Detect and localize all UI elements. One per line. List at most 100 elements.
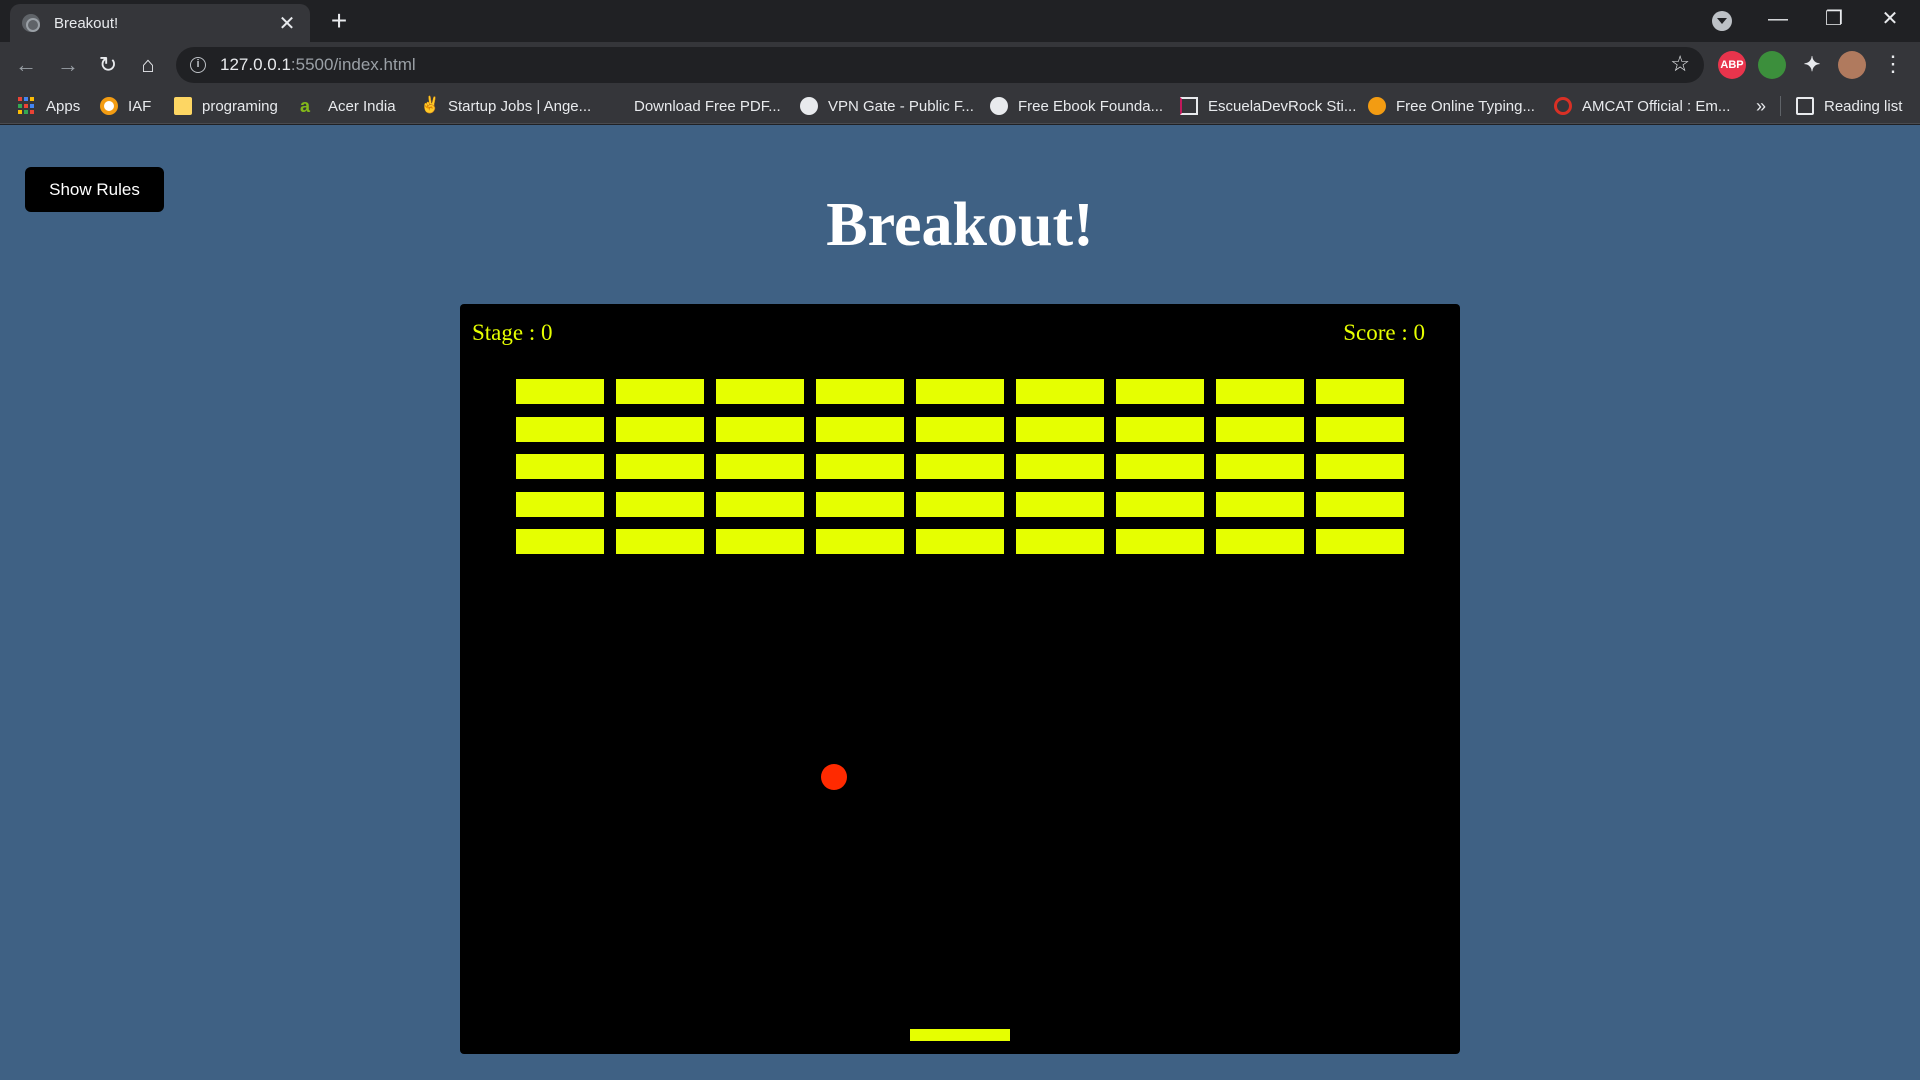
reading-list-icon <box>1796 97 1814 115</box>
brick <box>1316 454 1404 479</box>
brick <box>916 379 1004 404</box>
tab-search-icon[interactable] <box>1712 11 1732 31</box>
extension-icon[interactable] <box>1758 51 1786 79</box>
brick <box>616 491 704 517</box>
brick <box>1316 491 1404 517</box>
globe-icon <box>22 14 40 32</box>
brick <box>616 529 704 554</box>
url-text[interactable]: 127.0.0.1:5500/index.html <box>220 55 416 75</box>
bookmark-free-ebook[interactable]: Free Ebook Founda... <box>990 88 1163 124</box>
bookmark-label: Download Free PDF... <box>634 97 781 115</box>
bookmark-acer[interactable]: a Acer India <box>300 88 396 124</box>
typing-icon <box>1368 97 1386 115</box>
brick <box>1316 379 1404 404</box>
brick <box>816 491 904 517</box>
bookmark-apps[interactable]: Apps <box>18 88 80 124</box>
brick <box>1116 416 1204 442</box>
bookmark-typing[interactable]: Free Online Typing... <box>1368 88 1535 124</box>
avatar[interactable] <box>1838 51 1866 79</box>
page-title: Breakout! <box>826 191 1094 259</box>
bookmarks-overflow-button[interactable]: » <box>1756 88 1766 124</box>
bookmark-amcat[interactable]: AMCAT Official : Em... <box>1554 88 1730 124</box>
reading-list-button[interactable]: Reading list <box>1796 88 1902 124</box>
close-window-button[interactable]: ✕ <box>1862 0 1918 40</box>
bookmark-label: EscuelaDevRock Sti... <box>1208 97 1357 115</box>
address-bar[interactable]: i 127.0.0.1:5500/index.html ☆ <box>176 47 1704 83</box>
apps-grid-icon <box>18 97 36 115</box>
brick <box>1316 416 1404 442</box>
brick <box>1316 529 1404 554</box>
bookmark-startup-jobs[interactable]: ✌ Startup Jobs | Ange... <box>420 88 591 124</box>
brick <box>516 491 604 517</box>
brick <box>1116 529 1204 554</box>
brick <box>516 454 604 479</box>
game-canvas[interactable]: Stage : 0 Score : 0 <box>460 304 1460 1054</box>
bookmark-label: Free Ebook Founda... <box>1018 97 1164 115</box>
tab-strip: Breakout! ✕ + — ❐ ✕ <box>0 0 1920 42</box>
brick <box>1216 379 1304 404</box>
brick <box>616 379 704 404</box>
info-icon[interactable]: i <box>190 57 206 73</box>
brick <box>1116 454 1204 479</box>
github-icon <box>990 97 1008 115</box>
brick <box>616 416 704 442</box>
page-content: Show Rules Breakout! Stage : 0 Score : 0 <box>0 125 1920 1080</box>
brick <box>1216 529 1304 554</box>
brick <box>916 416 1004 442</box>
back-icon[interactable]: ← <box>10 49 42 81</box>
brick <box>516 416 604 442</box>
url-host: 127.0.0.1 <box>220 55 291 74</box>
reload-icon[interactable]: ↻ <box>92 49 124 81</box>
brick <box>716 529 804 554</box>
bookmark-programing[interactable]: programing <box>174 88 278 124</box>
brick <box>716 379 804 404</box>
puzzle-icon[interactable]: ✦ <box>1798 51 1826 79</box>
bookmarks-bar: Apps IAF programing a Acer India ✌ Start… <box>0 88 1920 124</box>
bookmark-star-icon[interactable]: ☆ <box>1670 51 1690 77</box>
bookmark-label: AMCAT Official : Em... <box>1582 97 1731 115</box>
bookmark-iaf[interactable]: IAF <box>100 88 151 124</box>
brick <box>716 491 804 517</box>
brick <box>816 454 904 479</box>
tab-title: Breakout! <box>54 14 119 32</box>
brick <box>816 416 904 442</box>
adblock-icon[interactable]: ABP <box>1718 51 1746 79</box>
brick <box>1116 491 1204 517</box>
forward-icon[interactable]: → <box>52 49 84 81</box>
restore-button[interactable]: ❐ <box>1806 0 1862 40</box>
amcat-icon <box>1554 97 1572 115</box>
brick <box>916 529 1004 554</box>
brick <box>716 416 804 442</box>
brick <box>516 529 604 554</box>
brick <box>516 379 604 404</box>
bookmark-label: programing <box>202 97 278 115</box>
brick <box>716 454 804 479</box>
brick <box>1016 529 1104 554</box>
brick <box>1216 491 1304 517</box>
paddle <box>910 1029 1010 1041</box>
menu-icon[interactable]: ⋮ <box>1882 50 1904 78</box>
bookmark-vpn-gate[interactable]: VPN Gate - Public F... <box>800 88 974 124</box>
brick <box>616 454 704 479</box>
brick <box>1016 454 1104 479</box>
page-icon <box>1180 97 1198 115</box>
bookmark-label: Startup Jobs | Ange... <box>448 97 592 115</box>
home-icon[interactable]: ⌂ <box>132 49 164 81</box>
bookmark-escueladevrock[interactable]: EscuelaDevRock Sti... <box>1180 88 1356 124</box>
bookmark-pdf[interactable]: Download Free PDF... <box>606 88 781 124</box>
new-tab-button[interactable]: + <box>324 6 354 36</box>
brick <box>1216 454 1304 479</box>
close-tab-icon[interactable]: ✕ <box>276 11 298 36</box>
brick <box>1016 416 1104 442</box>
bookmark-label: Apps <box>46 97 81 115</box>
iaf-icon <box>100 97 118 115</box>
acer-icon: a <box>300 96 311 116</box>
browser-tab[interactable]: Breakout! ✕ <box>10 4 310 42</box>
ball <box>821 764 847 790</box>
minimize-button[interactable]: — <box>1750 0 1806 40</box>
brick <box>816 529 904 554</box>
globe-icon <box>800 97 818 115</box>
bookmark-label: Acer India <box>328 97 396 115</box>
stage-label: Stage : 0 <box>472 320 553 345</box>
score-label: Score : 0 <box>1343 320 1425 345</box>
